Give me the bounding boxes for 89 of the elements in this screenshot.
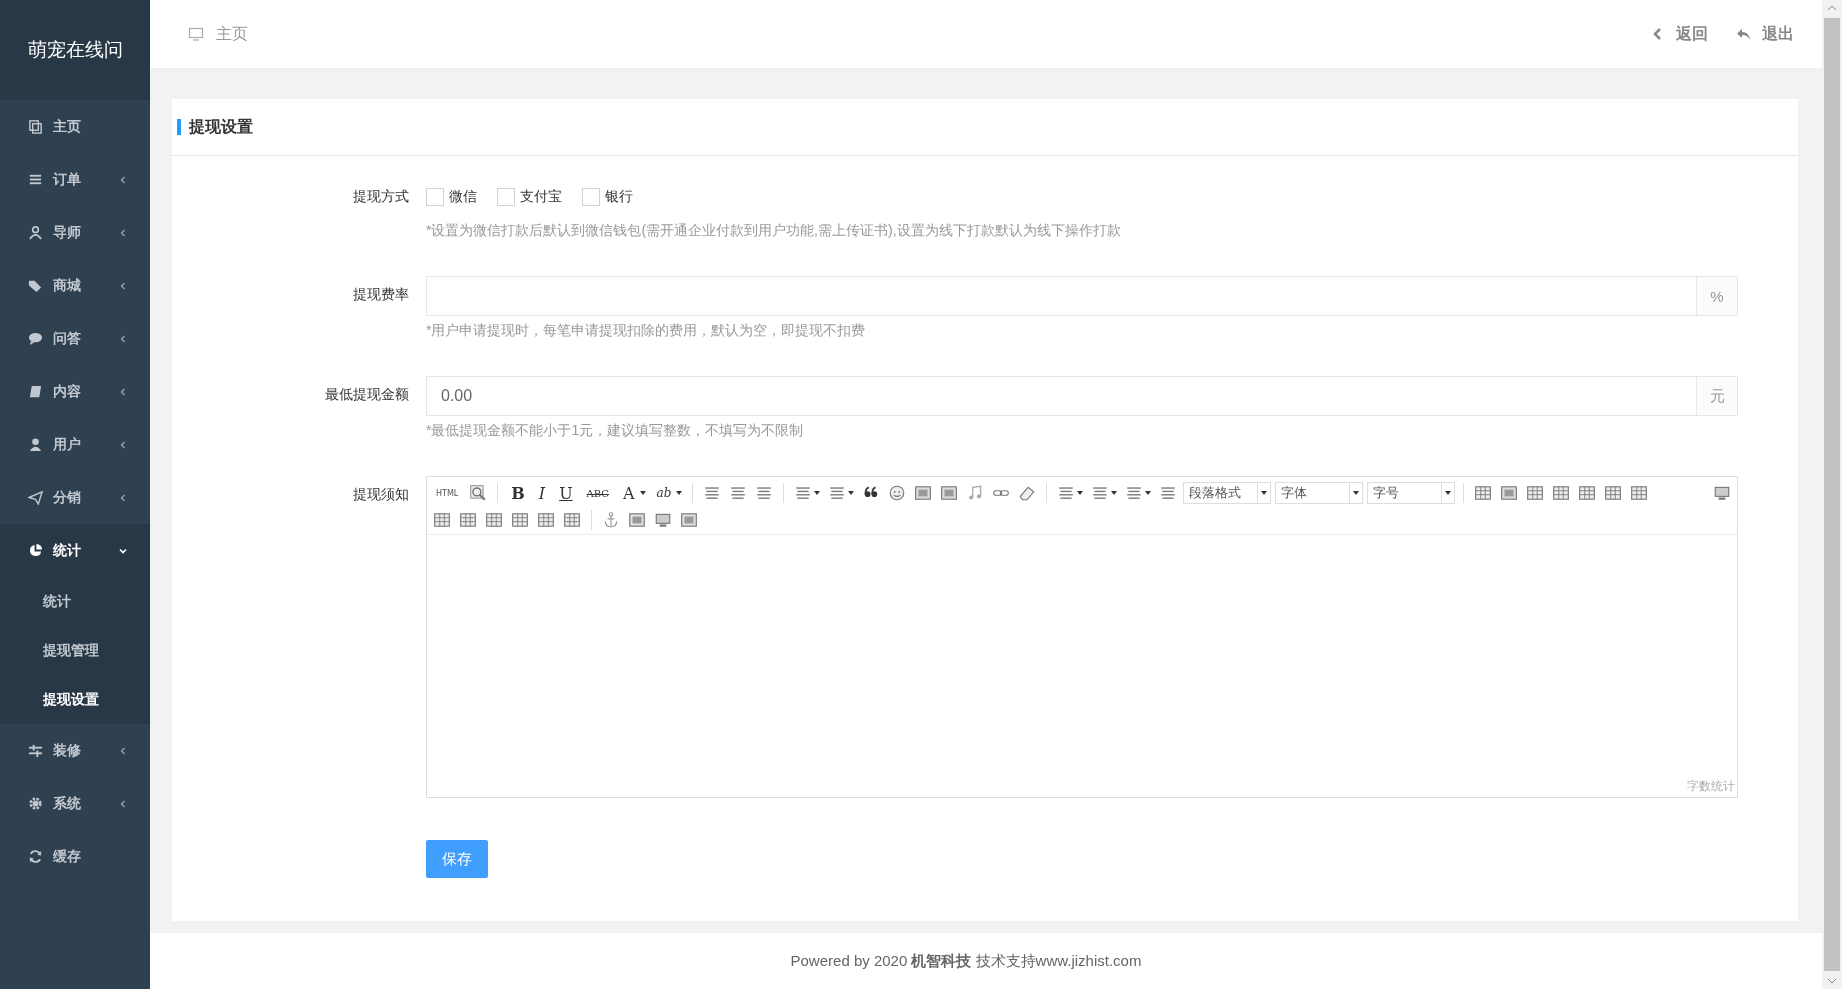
field-label: 提现须知 [352,485,409,504]
sliders-icon [28,743,43,758]
sidebar-item[interactable]: 分销 [0,471,150,524]
format-button[interactable]: ABC [583,487,613,499]
rich-text-editor[interactable]: HTML B I U ABC A ab 段落格式 字体 字号 字数统计 [426,476,1738,798]
anchor-icon[interactable] [602,511,620,529]
help-text: *最低提现金额不能小于1元，建议填写整数，不填写为不限制 [426,422,805,440]
caret-icon [1445,491,1452,495]
chevron-left-icon [118,174,128,185]
preview-icon[interactable] [469,484,488,502]
chevron-left-icon [118,798,128,809]
checkbox-label: 银行 [605,188,633,206]
format-button[interactable]: U [556,483,576,503]
sidebar-item[interactable]: 缓存 [0,830,150,883]
text-input[interactable] [426,276,1696,316]
table-grid-icon[interactable] [511,511,529,529]
chevron-left-icon [118,280,128,291]
logout-button[interactable]: 退出 [1736,23,1794,45]
submenu-item[interactable]: 提现管理 [0,626,150,675]
sidebar-item[interactable]: 系统 [0,777,150,830]
refresh-icon [28,849,43,864]
unit-suffix: 元 [1696,376,1738,416]
format-dropdown[interactable]: 段落格式 [1183,482,1272,504]
brand-title: 萌宠在线问 [0,0,150,100]
sidebar-item[interactable]: 装修 [0,724,150,777]
field-label: 提现方式 [352,187,409,206]
copy-icon [28,119,43,134]
align-center-icon[interactable] [729,484,748,502]
format-button[interactable]: B [508,483,528,503]
pie-chart-icon [28,543,43,558]
gear-icon [28,796,43,811]
chevron-left-icon [118,492,128,503]
tags-icon [28,278,43,293]
align-right-icon[interactable] [755,484,774,502]
sidebar-item[interactable]: 导师 [0,206,150,259]
chevron-left-icon [118,333,128,344]
eraser-icon[interactable] [1018,484,1037,502]
chevron-left-icon [118,386,128,397]
field-label: 最低提现金额 [324,385,409,404]
format-dropdown[interactable]: 字号 [1367,482,1456,504]
emoji-icon[interactable] [888,484,907,502]
help-text: *设置为微信打款后默认到微信钱包(需开通企业付款到用户功能,需上传证书),设置为线下打款默认为线下操作打款 [426,222,1122,240]
footer-text: Powered by 2020 机智科技 技术支持www.jizhist.com [790,951,1142,971]
sidebar-item[interactable]: 问答 [0,312,150,365]
format-button[interactable]: ab [653,486,675,500]
unit-suffix: % [1696,276,1738,316]
submenu-item[interactable]: 统计 [0,577,150,626]
caret-icon [1353,491,1360,495]
sidebar-item[interactable]: 统计 [0,524,150,577]
picture-frame-icon[interactable] [628,511,646,529]
list-icon [28,172,43,187]
checkbox-label: 微信 [449,188,477,206]
scrollbar[interactable] [1822,0,1842,989]
checkbox[interactable] [497,188,515,206]
chevron-left-icon [118,227,128,238]
help-text: *用户申请提现时，每笔申请提现扣除的费用，默认为空，即提现不扣费 [426,322,867,340]
indent-icon[interactable] [1159,484,1178,502]
field-label: 提现费率 [352,285,409,304]
format-button[interactable]: A [620,483,638,503]
sidebar-item[interactable]: 用户 [0,418,150,471]
image-icon[interactable] [914,484,933,502]
card-title: 提现设置 [177,119,253,135]
sidebar-item[interactable]: 内容 [0,365,150,418]
checkbox[interactable] [582,188,600,206]
person-icon [28,225,43,240]
checkbox-label: 支付宝 [520,188,562,206]
checkbox[interactable] [426,188,444,206]
align-left-icon[interactable] [703,484,722,502]
monitor-icon [188,26,204,42]
text-input[interactable]: 0.00 [426,376,1696,416]
sidebar-item[interactable]: 订单 [0,153,150,206]
back-button[interactable]: 返回 [1650,23,1708,45]
reply-arrow-icon [1736,26,1752,42]
user-icon [28,437,43,452]
table-icon[interactable] [1474,484,1493,502]
format-button[interactable]: HTML [433,488,462,498]
chevron-left-icon [118,439,128,450]
caret-icon [1261,491,1268,495]
sidebar-item[interactable]: 商城 [0,259,150,312]
chevron-left-icon [118,745,128,756]
book-icon [28,384,43,399]
word-count: 字数统计 [1687,779,1735,793]
paper-plane-icon [28,490,43,505]
monitor-icon[interactable] [1713,484,1731,502]
format-dropdown[interactable]: 字体 [1275,482,1364,504]
sidebar-item[interactable]: 主页 [0,100,150,153]
submenu-item[interactable]: 提现设置 [0,675,150,724]
format-button[interactable]: I [535,483,549,503]
speech-bubble-icon [28,331,43,346]
